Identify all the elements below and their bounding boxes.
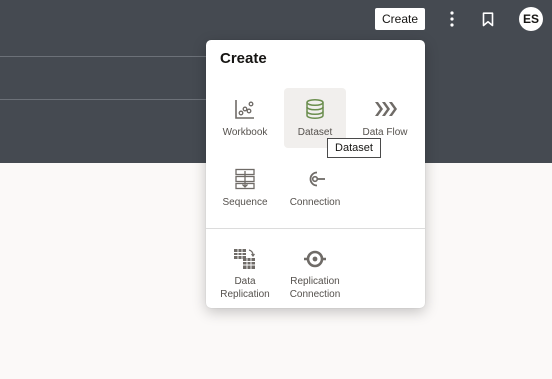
divider-line (0, 99, 207, 100)
workbook-icon (233, 97, 257, 121)
more-options-icon[interactable] (445, 9, 459, 29)
item-label-line2: Connection (289, 289, 341, 300)
create-button[interactable]: Create (375, 8, 425, 30)
item-label-line2: Replication (220, 289, 270, 300)
item-label-line1: Replication (290, 276, 340, 287)
create-data-flow-item[interactable]: Data Flow (354, 97, 416, 139)
create-workbook-item[interactable]: Workbook (214, 97, 276, 139)
item-label: Sequence (222, 197, 268, 208)
bookmark-icon[interactable] (479, 9, 497, 29)
popup-title: Create (220, 50, 267, 67)
item-label: Connection (289, 197, 341, 208)
sequence-icon (233, 167, 257, 191)
create-data-replication-item[interactable]: Data Replication (214, 247, 276, 301)
dataset-icon (303, 97, 327, 121)
data-flow-icon (373, 97, 397, 121)
create-sequence-item[interactable]: Sequence (214, 167, 276, 209)
replication-connection-icon (303, 247, 327, 271)
create-popup: Create Workbook Dataset Data Flow Sequen… (206, 40, 425, 308)
item-label: Workbook (222, 127, 268, 138)
item-label-line1: Data (234, 276, 256, 287)
create-connection-item[interactable]: Connection (284, 167, 346, 209)
connection-icon (303, 167, 327, 191)
avatar[interactable]: ES (519, 7, 543, 31)
data-replication-icon (233, 247, 257, 271)
popup-divider (206, 228, 425, 229)
dataset-tooltip: Dataset (327, 138, 381, 158)
divider-line (0, 56, 207, 57)
create-replication-connection-item[interactable]: Replication Connection (284, 247, 346, 301)
